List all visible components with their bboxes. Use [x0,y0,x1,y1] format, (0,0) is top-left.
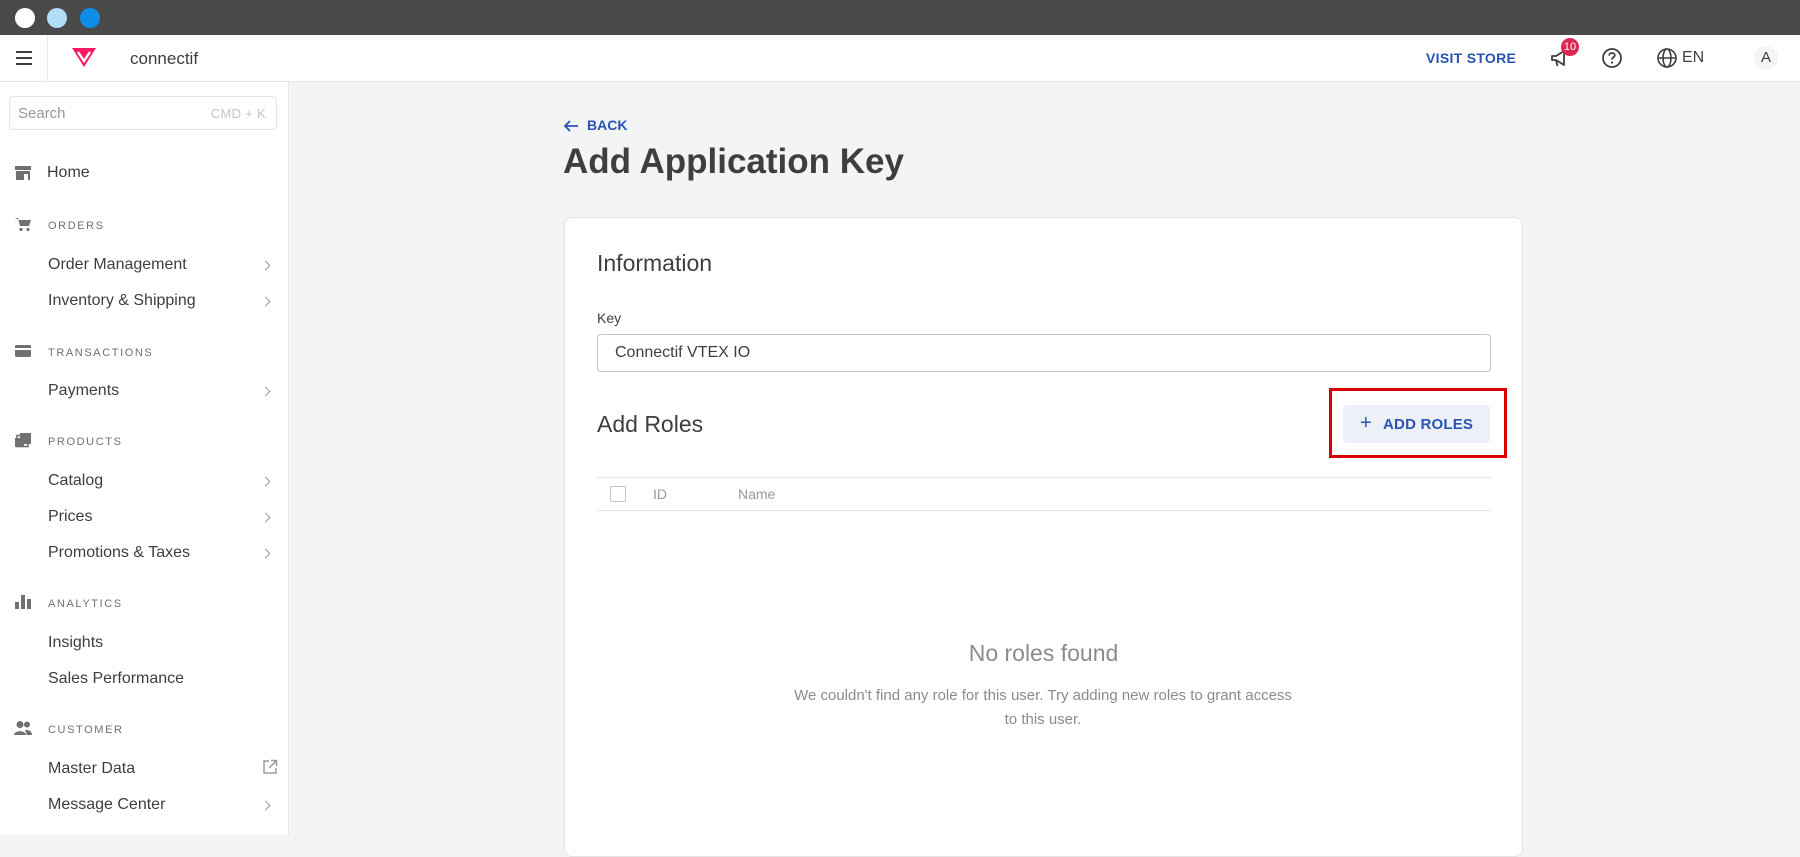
sidebar-item-order-management[interactable]: Order Management [48,256,187,274]
tags-icon [15,433,31,448]
globe-icon[interactable] [1656,47,1678,69]
search-shortcut-hint: CMD + K [210,106,266,121]
user-avatar[interactable]: A [1754,46,1778,70]
add-roles-title: Add Roles [597,411,704,437]
plus-icon: + [1360,412,1372,434]
column-header-name[interactable]: Name [738,486,775,502]
roles-table-header: ID Name [597,477,1491,511]
sidebar-item-catalog[interactable]: Catalog [48,472,103,490]
chevron-right-icon [260,476,271,487]
app-name: connectif [130,49,199,68]
key-label: Key [597,310,622,326]
empty-state-text: We couldn't find any role for this user.… [794,687,1292,728]
chevron-right-icon [260,800,271,811]
add-roles-button[interactable]: + ADD ROLES [1343,405,1490,443]
help-icon[interactable] [1601,47,1623,69]
sidebar-item-payments[interactable]: Payments [48,382,119,400]
select-all-checkbox[interactable] [610,486,626,502]
sidebar-section-orders: ORDERS [48,220,105,232]
sidebar-item-promotions-taxes[interactable]: Promotions & Taxes [48,544,190,562]
sidebar-section-products: PRODUCTS [48,436,123,448]
menu-icon[interactable] [0,35,48,81]
sidebar-item-message-center[interactable]: Message Center [48,796,165,814]
store-icon [15,166,31,180]
empty-state-title: No roles found [968,640,1119,666]
bar-chart-icon [15,595,31,609]
window-maximize-button[interactable] [80,8,100,28]
sidebar-item-prices[interactable]: Prices [48,508,92,526]
sidebar-section-analytics: ANALYTICS [48,598,123,610]
sidebar-item-inventory-shipping[interactable]: Inventory & Shipping [48,292,196,310]
chevron-right-icon [260,260,271,271]
sidebar-item-master-data[interactable]: Master Data [48,760,135,778]
window-close-button[interactable] [15,8,35,28]
application-key-card: Information Key Connectif VTEX IO Add Ro… [564,217,1523,857]
credit-card-icon [15,345,31,357]
language-selector[interactable]: EN [1682,49,1704,67]
notifications-badge: 10 [1561,38,1579,56]
sidebar-item-sales-performance[interactable]: Sales Performance [48,670,184,688]
chevron-right-icon [260,548,271,559]
external-link-icon [263,759,278,774]
page-title: Add Application Key [563,142,904,181]
key-input[interactable]: Connectif VTEX IO [597,334,1491,372]
chevron-right-icon [260,512,271,523]
search-input[interactable]: Search CMD + K [9,96,277,130]
search-placeholder: Search [18,105,66,122]
window-minimize-button[interactable] [47,8,67,28]
top-bar: connectif VISIT STORE 10 EN A [0,35,1800,82]
window-titlebar [0,0,1800,35]
sidebar-item-insights[interactable]: Insights [48,634,103,652]
visit-store-link[interactable]: VISIT STORE [1426,50,1516,66]
chevron-right-icon [260,296,271,307]
sidebar-item-home[interactable]: Home [47,164,90,182]
arrow-left-icon[interactable] [563,119,579,133]
sidebar-section-transactions: TRANSACTIONS [48,347,154,359]
cart-icon [15,218,31,232]
add-roles-button-label: ADD ROLES [1383,416,1474,433]
sidebar-section-customer: CUSTOMER [48,724,124,736]
users-icon [14,721,32,735]
vtex-logo[interactable] [70,46,98,68]
back-link[interactable]: BACK [587,117,627,133]
information-title: Information [597,250,713,276]
chevron-right-icon [260,386,271,397]
sidebar: Search CMD + K Home ORDERS Order Managem… [0,82,289,835]
column-header-id[interactable]: ID [653,486,667,502]
